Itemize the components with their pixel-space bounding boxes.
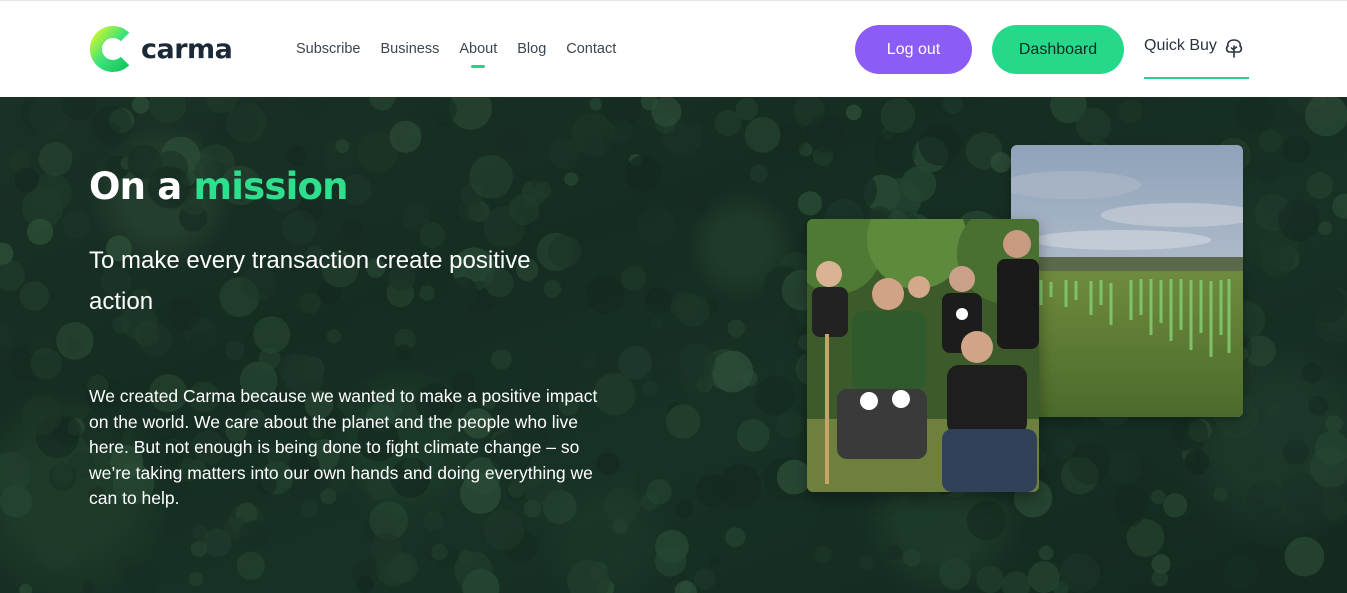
hero-title-prefix: On a — [89, 165, 182, 208]
brand-name: carma — [141, 33, 233, 65]
hero-subtitle: To make every transaction create positiv… — [89, 247, 531, 315]
nav-blog[interactable]: Blog — [517, 41, 546, 57]
nav-about[interactable]: About — [459, 41, 497, 57]
team-planting-photo — [807, 219, 1039, 492]
logout-button[interactable]: Log out — [855, 25, 972, 74]
carma-c-logo-icon — [89, 26, 130, 72]
carma-logo[interactable]: carma — [89, 23, 233, 75]
mission-hero: On a mission To make every transaction c… — [0, 97, 1347, 593]
hero-body-text: We created Carma because we wanted to ma… — [89, 386, 598, 508]
quick-buy-link[interactable]: Quick Buy — [1144, 37, 1249, 79]
nav-subscribe[interactable]: Subscribe — [296, 41, 360, 57]
hero-title-accent: mission — [193, 165, 349, 208]
dashboard-button[interactable]: Dashboard — [992, 25, 1124, 74]
site-header: carma Subscribe Business About Blog Cont… — [0, 0, 1347, 97]
main-nav: Subscribe Business About Blog Contact — [296, 41, 616, 57]
quick-buy-label: Quick Buy — [1144, 37, 1217, 54]
nav-contact[interactable]: Contact — [566, 41, 616, 57]
tree-icon — [1225, 39, 1243, 58]
hero-title: On a mission — [89, 165, 348, 208]
nav-business[interactable]: Business — [380, 41, 439, 57]
tree-planting-field-photo — [1011, 145, 1243, 417]
